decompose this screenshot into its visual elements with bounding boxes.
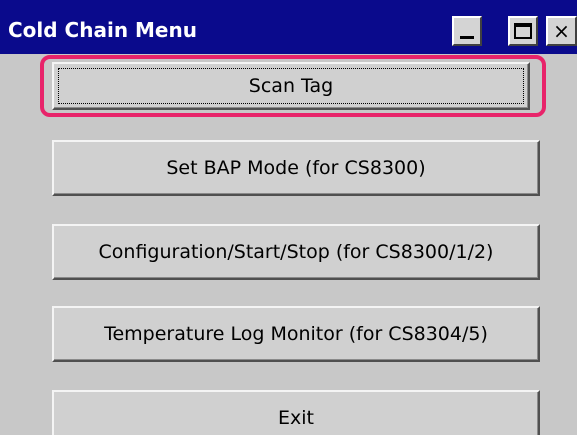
exit-label: Exit (278, 407, 314, 429)
minimize-icon (460, 36, 474, 39)
scan-tag-button[interactable]: Scan Tag (52, 62, 530, 110)
configuration-start-stop-button[interactable]: Configuration/Start/Stop (for CS8300/1/2… (52, 224, 540, 280)
app-window: Cold Chain Menu × Scan Tag Set BAP Mode … (0, 0, 577, 435)
exit-button[interactable]: Exit (52, 390, 540, 435)
minimize-button[interactable] (452, 16, 482, 46)
temperature-log-monitor-label: Temperature Log Monitor (for CS8304/5) (104, 323, 488, 345)
maximize-icon (514, 23, 532, 39)
close-icon: × (553, 19, 570, 43)
title-bar[interactable]: Cold Chain Menu × (0, 0, 577, 54)
window-title: Cold Chain Menu (8, 18, 197, 42)
maximize-button[interactable] (508, 16, 538, 46)
set-bap-mode-label: Set BAP Mode (for CS8300) (166, 157, 426, 179)
configuration-start-stop-label: Configuration/Start/Stop (for CS8300/1/2… (98, 241, 494, 263)
temperature-log-monitor-button[interactable]: Temperature Log Monitor (for CS8304/5) (52, 306, 540, 362)
close-button[interactable]: × (546, 16, 577, 46)
set-bap-mode-button[interactable]: Set BAP Mode (for CS8300) (52, 140, 540, 196)
scan-tag-label: Scan Tag (248, 75, 334, 97)
